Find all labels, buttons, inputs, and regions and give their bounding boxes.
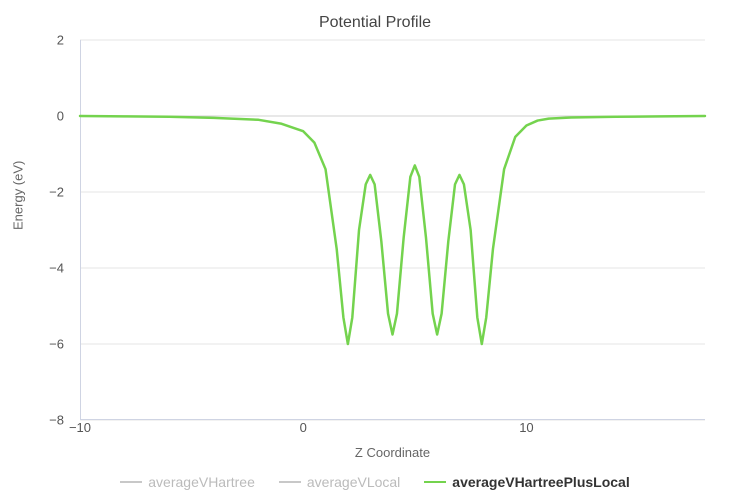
legend-label: averageVLocal <box>307 474 400 490</box>
chart-container: Potential Profile Energy (eV) Z Coordina… <box>0 0 750 500</box>
legend-item-averageVHartree[interactable]: averageVHartree <box>120 474 255 490</box>
y-tick-label: 2 <box>57 33 64 48</box>
plot-area[interactable] <box>80 40 705 420</box>
x-tick-label: 0 <box>300 420 307 435</box>
x-tick-label: −10 <box>69 420 91 435</box>
y-tick-label: −2 <box>49 185 64 200</box>
y-tick-label: −6 <box>49 337 64 352</box>
chart-title: Potential Profile <box>0 14 750 32</box>
legend-label: averageVHartree <box>148 474 255 490</box>
x-axis-ticks: −10010 <box>80 420 705 440</box>
legend-swatch-icon <box>279 481 301 483</box>
y-tick-label: 0 <box>57 109 64 124</box>
legend-swatch-icon <box>424 481 446 483</box>
legend-swatch-icon <box>120 481 142 483</box>
y-tick-label: −8 <box>49 413 64 428</box>
legend: averageVHartree averageVLocal averageVHart… <box>0 470 750 490</box>
y-tick-label: −4 <box>49 261 64 276</box>
legend-item-averageVHartreePlusLocal[interactable]: averageVHartreePlusLocal <box>424 474 629 490</box>
legend-label: averageVHartreePlusLocal <box>452 474 629 490</box>
plot-svg <box>80 40 705 420</box>
legend-item-averageVLocal[interactable]: averageVLocal <box>279 474 400 490</box>
x-axis-label: Z Coordinate <box>80 445 705 460</box>
series-averageVHartreePlusLocal <box>80 116 705 344</box>
x-tick-label: 10 <box>519 420 533 435</box>
y-axis-ticks: −8−6−4−202 <box>0 40 72 420</box>
